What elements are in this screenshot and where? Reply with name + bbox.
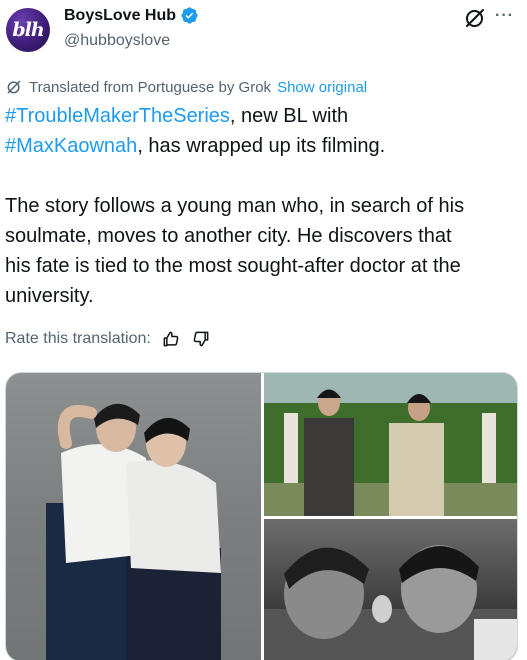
photo-illustration [264,545,517,660]
photo-illustration [264,373,517,516]
grok-icon[interactable] [463,6,487,30]
paragraph-break [5,161,520,191]
photo-two-men-embracing[interactable] [6,373,261,660]
tweet-line: his fate is tied to the most sought-afte… [5,255,461,277]
verified-badge-icon [181,7,198,24]
display-name[interactable]: BoysLove Hub [64,7,176,25]
tweet-line: #TroubleMakerTheSeries, new BL with [5,101,520,131]
thumbs-up-icon[interactable] [161,329,181,349]
grok-icon [7,80,21,94]
more-icon[interactable]: ··· [495,8,519,28]
tweet-line: #MaxKaownah, has wrapped up its filming. [5,131,520,161]
author-handle[interactable]: @hubboyslove [64,32,170,50]
avatar[interactable]: blh [6,8,50,52]
thumbs-down-icon[interactable] [191,329,211,349]
tweet-text: #TroubleMakerTheSeries, new BL with #Max… [5,101,520,311]
media-grid [5,372,518,660]
tweet-text-segment: , new BL with [229,105,349,127]
hashtag-link[interactable]: #MaxKaownah [5,135,137,157]
photo-two-men-outdoors[interactable] [264,373,517,516]
hashtag-link[interactable]: #TroubleMakerTheSeries [5,105,230,127]
translation-notice-text: Translated from Portuguese by Grok [29,78,272,96]
author-name-row: BoysLove Hub [64,6,199,25]
tweet-text-segment: , has wrapped up its filming. [137,135,386,157]
photo-illustration [46,403,221,660]
rate-translation-label: Rate this translation: [5,330,151,347]
tweet-line: university. [5,285,94,307]
translation-notice: Translated from Portuguese by Grok Show … [5,78,367,96]
tweet-line: The story follows a young man who, in se… [5,195,465,217]
tweet-line: soulmate, moves to another city. He disc… [5,225,452,247]
rate-translation: Rate this translation: [5,329,211,349]
photo-two-men-closeup-bw[interactable] [264,519,517,660]
avatar-logo-text: blh [12,19,44,41]
show-original-link[interactable]: Show original [277,79,367,96]
